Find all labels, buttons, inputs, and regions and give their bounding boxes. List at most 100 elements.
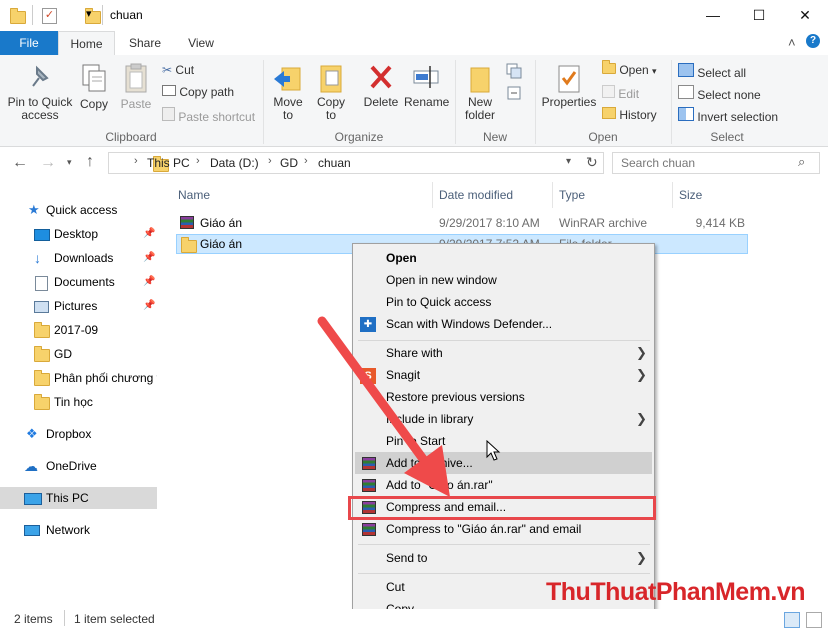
select-none-button[interactable]: Select none bbox=[678, 85, 761, 102]
nav-item-onedrive[interactable]: ☁ OneDrive bbox=[0, 455, 157, 477]
breadcrumb-separator-icon[interactable]: › bbox=[304, 155, 308, 167]
nav-item-label: Phân phối chương t bbox=[54, 371, 157, 385]
edit-button[interactable]: Edit bbox=[602, 85, 639, 101]
close-button[interactable]: ✕ bbox=[782, 0, 828, 31]
new-item-icon[interactable] bbox=[506, 63, 526, 79]
recent-locations-icon[interactable]: ▾ bbox=[67, 157, 72, 168]
properties-icon[interactable]: ✓ bbox=[42, 8, 57, 24]
refresh-icon[interactable]: ↻ bbox=[586, 154, 598, 171]
nav-item-network[interactable]: Network bbox=[0, 519, 157, 541]
paste-shortcut-button[interactable]: Paste shortcut bbox=[162, 107, 255, 124]
tab-file[interactable]: File bbox=[0, 31, 58, 55]
folder-icon bbox=[34, 322, 50, 338]
details-view-icon[interactable] bbox=[784, 612, 800, 628]
nav-item-label: Downloads bbox=[54, 251, 114, 265]
nav-item-dropbox[interactable]: ❖ Dropbox bbox=[0, 423, 157, 445]
open-button[interactable]: Open ▾ bbox=[602, 60, 657, 78]
breadcrumb-this-pc[interactable]: This PC bbox=[147, 156, 190, 170]
maximize-button[interactable]: ☐ bbox=[736, 0, 782, 31]
nav-item-phan-phoi[interactable]: Phân phối chương t bbox=[0, 367, 157, 389]
menu-item-cut[interactable]: Cut bbox=[386, 580, 405, 594]
rename-button[interactable]: Rename bbox=[404, 62, 449, 109]
pin-icon[interactable]: 📌 bbox=[143, 223, 155, 245]
open-icon bbox=[602, 60, 616, 74]
menu-separator bbox=[358, 573, 650, 574]
column-divider[interactable] bbox=[672, 182, 673, 208]
nav-item-quick-access[interactable]: ★ Quick access bbox=[0, 199, 157, 221]
cut-button[interactable]: ✂ Cut bbox=[162, 63, 194, 77]
pin-icon[interactable]: 📌 bbox=[143, 247, 155, 269]
mouse-cursor-icon bbox=[486, 440, 501, 461]
nav-item-label: 2017-09 bbox=[54, 323, 99, 337]
file-row[interactable]: Giáo án 9/29/2017 8:10 AM WinRAR archive… bbox=[176, 213, 748, 233]
invert-selection-button[interactable]: Invert selection bbox=[678, 107, 778, 124]
column-header-size[interactable]: Size bbox=[679, 188, 702, 202]
back-arrow-icon[interactable]: ← bbox=[12, 154, 28, 172]
nav-item-2017-09[interactable]: 2017-09 bbox=[0, 319, 157, 341]
minimize-button[interactable]: — bbox=[690, 0, 736, 31]
move-to-button[interactable]: Move to bbox=[268, 62, 308, 122]
column-divider[interactable] bbox=[552, 182, 553, 208]
pin-icon bbox=[4, 62, 76, 96]
copy-button[interactable]: Copy bbox=[76, 62, 112, 111]
tab-home[interactable]: Home bbox=[58, 31, 115, 55]
tab-view[interactable]: View bbox=[176, 31, 226, 55]
history-button[interactable]: History bbox=[602, 107, 657, 122]
move-to-icon bbox=[268, 62, 308, 96]
qat-dropdown-icon[interactable]: ▾ bbox=[86, 7, 92, 20]
nav-item-label: Tin học bbox=[54, 395, 93, 409]
breadcrumb-gd[interactable]: GD bbox=[280, 156, 298, 170]
tab-share[interactable]: Share bbox=[120, 31, 170, 55]
nav-item-documents[interactable]: Documents 📌 bbox=[0, 271, 157, 293]
nav-item-this-pc[interactable]: This PC bbox=[0, 487, 157, 509]
forward-arrow-icon[interactable]: → bbox=[40, 154, 56, 172]
new-folder-button[interactable]: New folder bbox=[458, 62, 502, 122]
nav-item-gd[interactable]: GD bbox=[0, 343, 157, 365]
folder-icon bbox=[34, 346, 50, 362]
breadcrumb-separator-icon[interactable]: › bbox=[196, 155, 200, 167]
breadcrumb-data-d[interactable]: Data (D:) bbox=[210, 156, 259, 170]
search-input[interactable]: Search chuan bbox=[621, 156, 695, 170]
nav-item-downloads[interactable]: ↓ Downloads 📌 bbox=[0, 247, 157, 269]
nav-item-tin-hoc[interactable]: Tin học bbox=[0, 391, 157, 413]
copy-to-button[interactable]: Copy to bbox=[312, 62, 350, 122]
column-header-type[interactable]: Type bbox=[559, 188, 585, 202]
nav-item-pictures[interactable]: Pictures 📌 bbox=[0, 295, 157, 317]
column-header-name[interactable]: Name bbox=[178, 188, 210, 202]
easy-access-icon[interactable] bbox=[506, 85, 526, 101]
address-dropdown-icon[interactable]: ▾ bbox=[566, 156, 571, 167]
pin-to-quick-access-button[interactable]: Pin to Quick access bbox=[4, 62, 76, 122]
paste-button[interactable]: Paste bbox=[118, 62, 154, 111]
column-header-date[interactable]: Date modified bbox=[439, 188, 513, 202]
copy-path-label: Copy path bbox=[179, 85, 235, 99]
help-icon[interactable]: ? bbox=[806, 34, 820, 48]
properties-button[interactable]: Properties bbox=[540, 62, 598, 109]
winrar-icon bbox=[362, 523, 376, 536]
breadcrumb-separator-icon[interactable]: › bbox=[134, 155, 138, 167]
menu-item-open-new-window[interactable]: Open in new window bbox=[386, 273, 497, 287]
large-icons-view-icon[interactable] bbox=[806, 612, 822, 628]
pin-icon[interactable]: 📌 bbox=[143, 295, 155, 317]
menu-item-send-to[interactable]: Send to bbox=[386, 551, 427, 565]
breadcrumb-chuan[interactable]: chuan bbox=[318, 156, 351, 170]
collapse-ribbon-icon[interactable]: ˄ bbox=[788, 35, 796, 50]
up-arrow-icon[interactable]: ↑ bbox=[86, 153, 94, 171]
breadcrumb-separator-icon[interactable]: › bbox=[268, 155, 272, 167]
select-none-label: Select none bbox=[697, 88, 761, 102]
nav-item-desktop[interactable]: Desktop 📌 bbox=[0, 223, 157, 245]
scissors-icon: ✂ bbox=[162, 63, 173, 77]
column-divider[interactable] bbox=[432, 182, 433, 208]
copy-path-button[interactable]: Copy path bbox=[162, 85, 234, 99]
select-all-button[interactable]: Select all bbox=[678, 63, 746, 80]
menu-item-open[interactable]: Open bbox=[386, 251, 417, 265]
delete-button[interactable]: Delete bbox=[360, 62, 402, 109]
search-icon[interactable]: ⌕ bbox=[798, 154, 805, 170]
pin-to-quick-access-label: Pin to Quick access bbox=[7, 95, 73, 122]
watermark-text: ThuThuatPhanMem.vn bbox=[546, 578, 806, 606]
pin-icon[interactable]: 📌 bbox=[143, 271, 155, 293]
computer-icon bbox=[24, 493, 42, 505]
status-separator bbox=[64, 610, 65, 626]
menu-item-compress-rar-email[interactable]: Compress to "Giáo án.rar" and email bbox=[386, 522, 581, 536]
nav-item-label: Documents bbox=[54, 275, 115, 289]
copy-label: Copy bbox=[79, 97, 108, 111]
